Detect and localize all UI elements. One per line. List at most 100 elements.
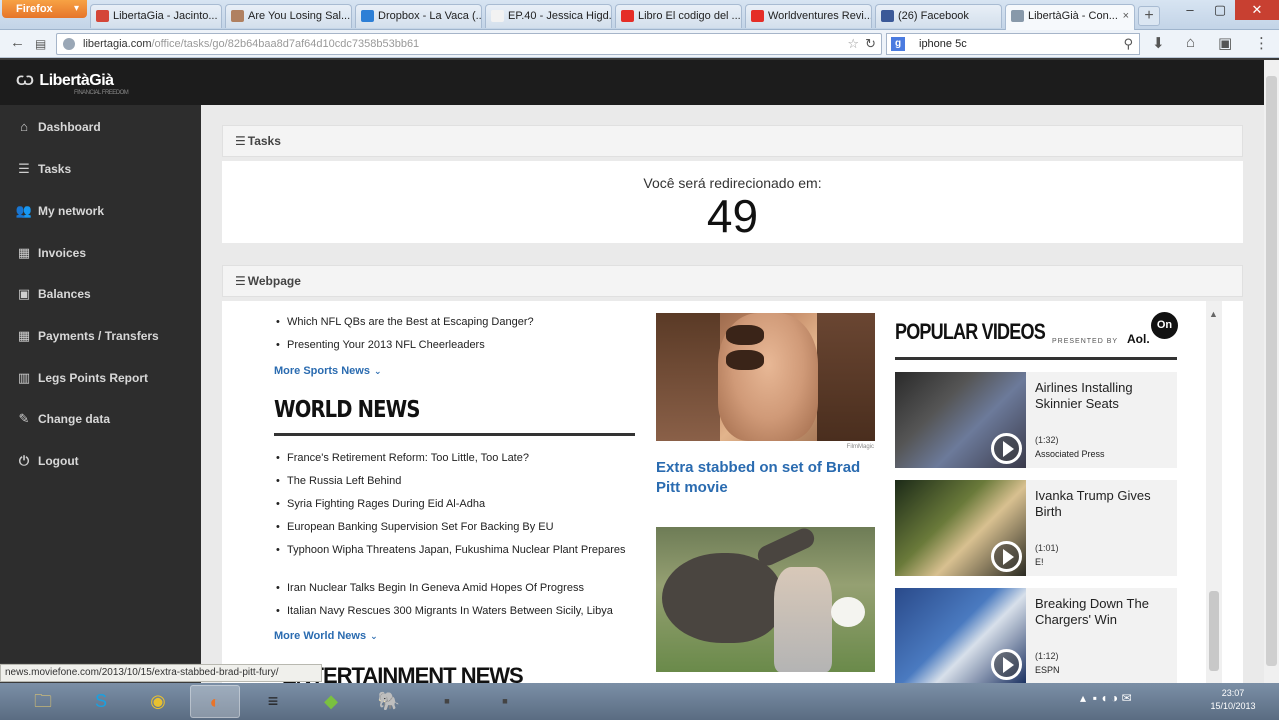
libertagia-logo[interactable]: Ѡ LibertàGià FINANCIAL FREEDOM (16, 72, 129, 96)
video-title[interactable]: Airlines Installing Skinnier Seats (1035, 380, 1170, 412)
site-identity-icon[interactable]: ▤ (35, 37, 46, 51)
sidebar-item-my-network[interactable]: 👥 My network (0, 192, 201, 230)
bookmark-star-icon[interactable]: ☆ (847, 34, 859, 54)
globe-icon (63, 38, 75, 50)
clock[interactable]: 23:07 15/10/2013 (1200, 687, 1266, 713)
tasks-panel-header: ☰ Tasks (222, 125, 1243, 157)
maximize-button[interactable]: ▢ (1205, 0, 1235, 20)
browser-tab[interactable]: LibertàGià - Con... × (1005, 4, 1135, 30)
play-icon[interactable] (991, 649, 1022, 680)
browser-tab[interactable]: LibertaGia - Jacinto... (90, 4, 222, 28)
page-scrollbar[interactable] (1264, 60, 1279, 683)
taskbar-app-box-icon[interactable]: ▪ (422, 685, 472, 718)
more-sports-news-link[interactable]: More Sports News ⌄ (274, 365, 382, 377)
sidebar-item-dashboard[interactable]: ⌂ Dashboard (0, 108, 201, 146)
back-arrow-icon[interactable]: ← (10, 34, 25, 51)
sidebar-item-balances[interactable]: ▣ Balances (0, 275, 201, 313)
facebook-icon (881, 10, 894, 22)
libertagia-icon (1011, 10, 1024, 22)
embedded-webpage[interactable]: Which NFL QBs are the Best at Escaping D… (222, 301, 1243, 683)
tab-label: EP.40 - Jessica Higd... (508, 10, 612, 22)
sidebar-item-label: Payments / Transfers (38, 329, 159, 343)
play-icon[interactable] (991, 541, 1022, 572)
scrollbar-thumb[interactable] (1266, 76, 1277, 666)
video-title[interactable]: Ivanka Trump Gives Birth (1035, 488, 1170, 520)
browser-tab[interactable]: Dropbox - La Vaca (... (355, 4, 482, 28)
tab-label: Worldventures Revi... (768, 10, 872, 22)
browser-tab[interactable]: (26) Facebook (875, 4, 1002, 28)
sidebar-item-legs-points-report[interactable]: ▥ Legs Points Report (0, 359, 201, 397)
browser-tab[interactable]: EP.40 - Jessica Higd... (485, 4, 612, 28)
wings-icon: Ѡ (16, 72, 34, 88)
browser-nav-bar: ← ▤ libertagia.com/office/tasks/go/82b64… (0, 30, 1279, 58)
news-link[interactable]: Syria Fighting Rages During Eid Al-Adha (274, 497, 638, 511)
news-link[interactable]: The Russia Left Behind (274, 474, 638, 488)
sidebar-item-change-data[interactable]: ✎ Change data (0, 400, 201, 438)
download-icon[interactable]: ⬇ (1152, 34, 1165, 52)
taskbar-chrome-icon[interactable]: ◉ (133, 685, 183, 718)
taskbar-layers-icon[interactable]: ≡ (248, 685, 298, 718)
feature-headline-link[interactable]: Extra stabbed on set of Brad Pitt movie (656, 458, 866, 498)
sidebar-item-label: Logout (38, 454, 79, 468)
video-item[interactable]: Ivanka Trump Gives Birth (1:01) E! (895, 480, 1177, 576)
close-tab-icon[interactable]: × (1123, 5, 1129, 27)
close-window-button[interactable]: ✕ (1235, 0, 1279, 20)
scrollbar-thumb[interactable] (1209, 591, 1219, 671)
menu-icon[interactable]: ⋮ (1254, 34, 1269, 52)
taskbar-firefox-icon[interactable]: ◐ (190, 685, 240, 718)
brad-pitt-photo[interactable] (656, 313, 875, 441)
video-thumbnail[interactable] (895, 588, 1026, 683)
video-duration: (1:32) (1035, 435, 1059, 445)
taskbar-app-box2-icon[interactable]: ▪ (480, 685, 530, 718)
video-thumbnail[interactable] (895, 372, 1026, 468)
play-icon[interactable] (991, 433, 1022, 464)
money-icon: ▣ (17, 286, 31, 301)
url-bar[interactable]: libertagia.com/office/tasks/go/82b64baa8… (56, 33, 882, 55)
screen-icon[interactable]: ▣ (1218, 34, 1232, 52)
scroll-up-icon[interactable]: ▲ (1209, 309, 1218, 319)
reload-icon[interactable]: ↻ (865, 34, 876, 54)
news-link[interactable]: Typhoon Wipha Threatens Japan, Fukushima… (274, 543, 638, 557)
news-link[interactable]: European Banking Supervision Set For Bac… (274, 520, 638, 534)
minimize-button[interactable]: – (1175, 0, 1205, 20)
aol-logo[interactable]: Aol. (1127, 332, 1150, 346)
video-thumbnail[interactable] (895, 480, 1026, 576)
webpage-scrollbar[interactable]: ▲ (1206, 301, 1222, 683)
more-world-news-link[interactable]: More World News ⌄ (274, 630, 378, 642)
browser-tab[interactable]: Are You Losing Sal... (225, 4, 352, 28)
firefox-menu-button[interactable]: Firefox (2, 0, 87, 18)
news-link[interactable]: Italian Navy Rescues 300 Migrants In Wat… (274, 604, 638, 618)
tab-label: LibertaGia - Jacinto... (113, 10, 218, 22)
search-icon[interactable]: ⚲ (1123, 34, 1133, 54)
browser-tab[interactable]: Worldventures Revi... (745, 4, 872, 28)
browser-tab[interactable]: Libro El codigo del ... (615, 4, 742, 28)
sidebar-item-tasks[interactable]: ☰ Tasks (0, 150, 201, 188)
news-link[interactable]: Iran Nuclear Talks Begin In Geneva Amid … (274, 581, 638, 595)
list-icon: ☰ (235, 134, 246, 148)
new-tab-button[interactable]: + (1138, 6, 1160, 26)
sidebar-item-payments-transfers[interactable]: ▦ Payments / Transfers (0, 317, 201, 355)
google-icon[interactable]: g (891, 37, 905, 51)
video-item[interactable]: Breaking Down The Chargers' Win (1:12) ESP… (895, 588, 1177, 683)
taskbar-explorer-icon[interactable]: 🗀 (18, 685, 68, 718)
news-link[interactable]: Which NFL QBs are the Best at Escaping D… (274, 315, 638, 329)
elephant-bride-photo[interactable] (656, 527, 875, 672)
news-link[interactable]: France's Retirement Reform: Too Little, … (274, 451, 638, 465)
video-duration: (1:01) (1035, 543, 1059, 553)
search-input[interactable]: iphone 5c (919, 38, 967, 50)
home-icon[interactable]: ⌂ (1186, 34, 1195, 51)
taskbar-app-green-icon[interactable]: ◆ (306, 685, 356, 718)
taskbar-evernote-icon[interactable]: 🐘 (364, 685, 414, 718)
search-box[interactable]: g iphone 5c ⚲ (886, 33, 1140, 55)
video-title[interactable]: Breaking Down The Chargers' Win (1035, 596, 1170, 628)
aol-on-badge[interactable]: On (1151, 312, 1178, 339)
system-tray[interactable]: ▴ ▪ ◖ ◑ ✉ (1080, 691, 1132, 705)
taskbar-skype-icon[interactable]: S (76, 685, 126, 718)
gmail-icon (96, 10, 109, 22)
sidebar-item-invoices[interactable]: ▦ Invoices (0, 234, 201, 272)
news-link[interactable]: Presenting Your 2013 NFL Cheerleaders (274, 338, 638, 352)
video-item[interactable]: Airlines Installing Skinnier Seats (1:32)… (895, 372, 1177, 468)
sidebar-item-logout[interactable]: ⏻ Logout (0, 442, 201, 480)
status-url: news.moviefone.com/2013/10/15/extra-stab… (0, 664, 322, 682)
chevron-down-icon: ⌄ (373, 366, 382, 376)
